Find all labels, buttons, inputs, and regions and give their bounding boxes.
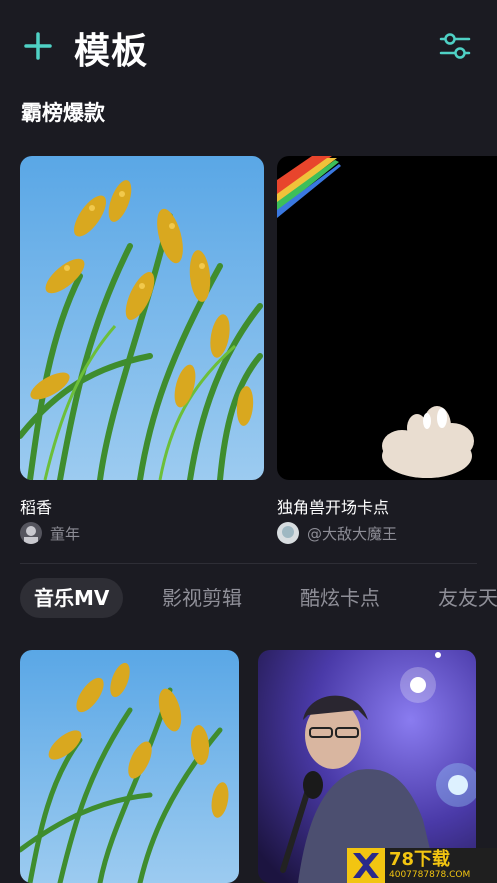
template-grid-card-rice[interactable] bbox=[20, 650, 239, 883]
template-card[interactable]: 独角兽开场卡点 @大敌大魔王 bbox=[277, 156, 497, 544]
category-tabs: 音乐MV 影视剪辑 酷炫卡点 友友天 bbox=[0, 578, 497, 620]
x-logo-icon bbox=[347, 848, 385, 883]
rice-field-image bbox=[20, 156, 264, 480]
page-title: 模板 bbox=[74, 31, 149, 72]
avatar bbox=[277, 522, 299, 544]
author-name: @大敌大魔王 bbox=[307, 524, 398, 543]
author-name: 童年 bbox=[50, 524, 81, 543]
plus-icon[interactable] bbox=[22, 30, 54, 62]
template-title: 独角兽开场卡点 bbox=[277, 498, 390, 517]
template-title: 稻香 bbox=[20, 498, 53, 517]
tab-film-edit[interactable]: 影视剪辑 bbox=[162, 578, 242, 618]
tab-music-mv[interactable]: 音乐MV bbox=[20, 578, 124, 618]
section-title: 霸榜爆款 bbox=[21, 101, 105, 125]
sliders-icon[interactable] bbox=[438, 30, 472, 62]
template-thumbnail-rice[interactable] bbox=[20, 156, 264, 480]
template-author[interactable]: @大敌大魔王 bbox=[277, 522, 397, 544]
divider bbox=[20, 563, 477, 564]
tab-friends[interactable]: 友友天 bbox=[438, 578, 497, 618]
avatar bbox=[20, 522, 42, 544]
rice-field-image bbox=[20, 650, 239, 883]
watermark-url: 4007787878.COM bbox=[389, 870, 471, 880]
tab-cool-beat[interactable]: 酷炫卡点 bbox=[300, 578, 380, 618]
smoke-image bbox=[277, 156, 497, 480]
watermark-text: 78下载 4007787878.COM bbox=[389, 850, 470, 881]
watermark-title: 78下载 bbox=[389, 849, 451, 870]
header: 模板 bbox=[0, 0, 497, 95]
template-thumbnail-unicorn[interactable] bbox=[277, 156, 497, 480]
template-card[interactable]: 稻香 童年 bbox=[20, 156, 264, 544]
watermark: 78下载 4007787878.COM bbox=[347, 848, 497, 883]
template-author[interactable]: 童年 bbox=[20, 522, 80, 544]
